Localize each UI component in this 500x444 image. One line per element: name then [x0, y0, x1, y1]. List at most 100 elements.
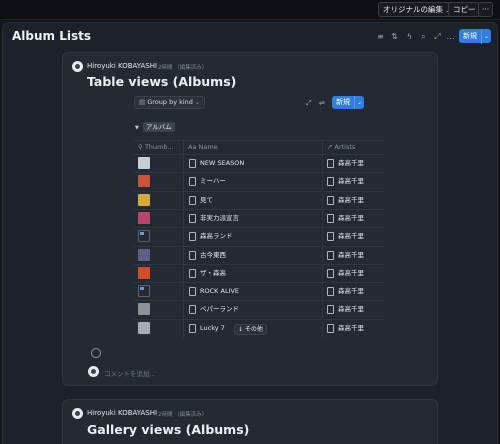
doc-icon	[327, 268, 334, 278]
doc-icon	[327, 177, 334, 187]
doc-icon	[327, 213, 334, 223]
album-thumbnail[interactable]	[138, 230, 150, 243]
table-row[interactable]: 非実力派宣言 森高千里	[134, 210, 385, 227]
column-name-label: Name	[198, 143, 218, 151]
artist-name[interactable]: 森高千里	[338, 228, 364, 245]
author-name[interactable]: Hiroyuki KOBAYASHI	[87, 62, 157, 70]
doc-icon	[189, 323, 196, 333]
table-row[interactable]: 古今東西 森高千里	[134, 247, 385, 264]
artist-name[interactable]: 森高千里	[338, 301, 364, 318]
db-new-label: 新規	[336, 98, 350, 106]
search-icon[interactable]: ⌕	[418, 31, 429, 42]
artist-name[interactable]: 森高千里	[338, 265, 364, 282]
group-tag: アルバム	[142, 122, 175, 132]
more-button[interactable]: ···	[478, 2, 494, 17]
more-icon[interactable]: …	[445, 31, 456, 42]
doc-icon	[327, 195, 334, 205]
post-meta: 2時間 （編集済み）	[158, 412, 208, 418]
album-name[interactable]: ペパーランド	[200, 301, 239, 318]
database-title[interactable]: Table views (Albums)	[87, 74, 236, 89]
original-edit-button[interactable]: オリジナルの編集⌄	[378, 2, 456, 17]
doc-icon	[327, 232, 334, 242]
doc-icon	[327, 287, 334, 297]
album-thumbnail[interactable]	[138, 285, 150, 298]
expand-icon[interactable]: ⤢	[306, 99, 312, 108]
collapse-triangle-icon[interactable]: ▼	[135, 125, 139, 131]
column-header-name[interactable]: Aa Name	[188, 141, 218, 154]
table-row[interactable]: ザ・森高 森高千里	[134, 265, 385, 282]
lightning-icon[interactable]: ϟ	[404, 31, 415, 42]
avatar[interactable]	[72, 61, 83, 72]
album-name[interactable]: ミーハー	[200, 173, 226, 190]
page-new-button[interactable]: 新規 ⌄	[459, 29, 491, 44]
table-row[interactable]: ペパーランド 森高千里	[134, 301, 385, 318]
album-name[interactable]: 非実力派宣言	[200, 210, 239, 227]
comment-input[interactable]: コメントを追加...	[104, 368, 156, 378]
artist-name[interactable]: 森高千里	[338, 210, 364, 227]
doc-icon	[327, 250, 334, 260]
emoji-reaction-icon[interactable]	[91, 348, 101, 358]
artist-name[interactable]: 森高千里	[338, 247, 364, 264]
artist-name[interactable]: 森高千里	[338, 283, 364, 300]
page-new-label: 新規	[463, 32, 477, 40]
show-more-button[interactable]: ↓ その他	[234, 324, 267, 335]
doc-icon	[327, 305, 334, 315]
column-header-thumbnail[interactable]: ⚲ Thumb...	[138, 141, 174, 154]
database-title[interactable]: Gallery views (Albums)	[87, 422, 249, 437]
page-title: Album Lists	[12, 29, 91, 43]
table-icon: ▤	[139, 98, 148, 106]
album-name[interactable]: ザ・森高	[200, 265, 226, 282]
sort-icon[interactable]: ⇅	[389, 31, 400, 42]
album-thumbnail[interactable]	[138, 193, 150, 206]
db-new-button[interactable]: 新規 ⌄	[332, 96, 364, 109]
album-thumbnail[interactable]	[138, 211, 150, 224]
table-row[interactable]: ミーハー 森高千里	[134, 173, 385, 190]
copy-button[interactable]: コピー	[448, 2, 481, 17]
doc-icon	[189, 195, 196, 205]
artist-name[interactable]: 森高千里	[338, 320, 364, 337]
doc-icon	[189, 232, 196, 242]
top-bar: オリジナルの編集⌄ コピー ···	[0, 0, 500, 20]
album-name[interactable]: 森高ランド	[200, 228, 233, 245]
table-row[interactable]: 見て 森高千里	[134, 192, 385, 209]
chevron-down-icon[interactable]: ⌄	[481, 30, 491, 44]
doc-icon	[189, 250, 196, 260]
album-thumbnail[interactable]	[138, 266, 150, 279]
group-header[interactable]: ▼ アルバム	[135, 122, 175, 133]
album-name[interactable]: 見て	[200, 192, 213, 209]
author-name[interactable]: Hiroyuki KOBAYASHI	[87, 409, 157, 417]
filter-icon[interactable]: ≡	[375, 31, 386, 42]
table-row[interactable]: NEW SEASON 森高千里	[134, 155, 385, 172]
group-by-button[interactable]: ▤ Group by kind ⌄	[134, 96, 205, 109]
artist-name[interactable]: 森高千里	[338, 155, 364, 172]
artist-name[interactable]: 森高千里	[338, 173, 364, 190]
album-name[interactable]: ROCK ALIVE	[200, 283, 239, 300]
album-thumbnail[interactable]	[138, 175, 150, 188]
album-thumbnail[interactable]	[138, 248, 150, 261]
table-row[interactable]: 森高ランド 森高千里	[134, 228, 385, 245]
artist-name[interactable]: 森高千里	[338, 192, 364, 209]
original-edit-label: オリジナルの編集	[383, 5, 443, 14]
doc-icon	[327, 323, 334, 333]
chevron-down-icon: ⌄	[192, 99, 200, 106]
album-thumbnail[interactable]	[138, 303, 150, 316]
album-thumbnail[interactable]	[138, 321, 150, 334]
album-name[interactable]: NEW SEASON	[200, 155, 244, 172]
doc-icon	[189, 159, 196, 168]
settings-icon[interactable]: ⇌	[319, 99, 325, 107]
column-header-artists[interactable]: ↗ Artists	[327, 141, 355, 154]
chevron-down-icon[interactable]: ⌄	[354, 96, 364, 109]
doc-icon	[189, 213, 196, 223]
doc-icon	[189, 305, 196, 315]
doc-icon	[189, 177, 196, 187]
doc-icon	[189, 268, 196, 278]
avatar	[88, 366, 99, 377]
post-meta: 2時間 （編集済み）	[158, 65, 208, 71]
relation-icon: ↗	[327, 143, 335, 151]
album-name[interactable]: Lucky 7	[200, 320, 225, 337]
table-row[interactable]: ROCK ALIVE 森高千里	[134, 283, 385, 300]
album-thumbnail[interactable]	[138, 157, 150, 169]
avatar[interactable]	[72, 408, 83, 419]
expand-icon[interactable]: ⤢	[432, 31, 443, 42]
album-name[interactable]: 古今東西	[200, 247, 226, 264]
